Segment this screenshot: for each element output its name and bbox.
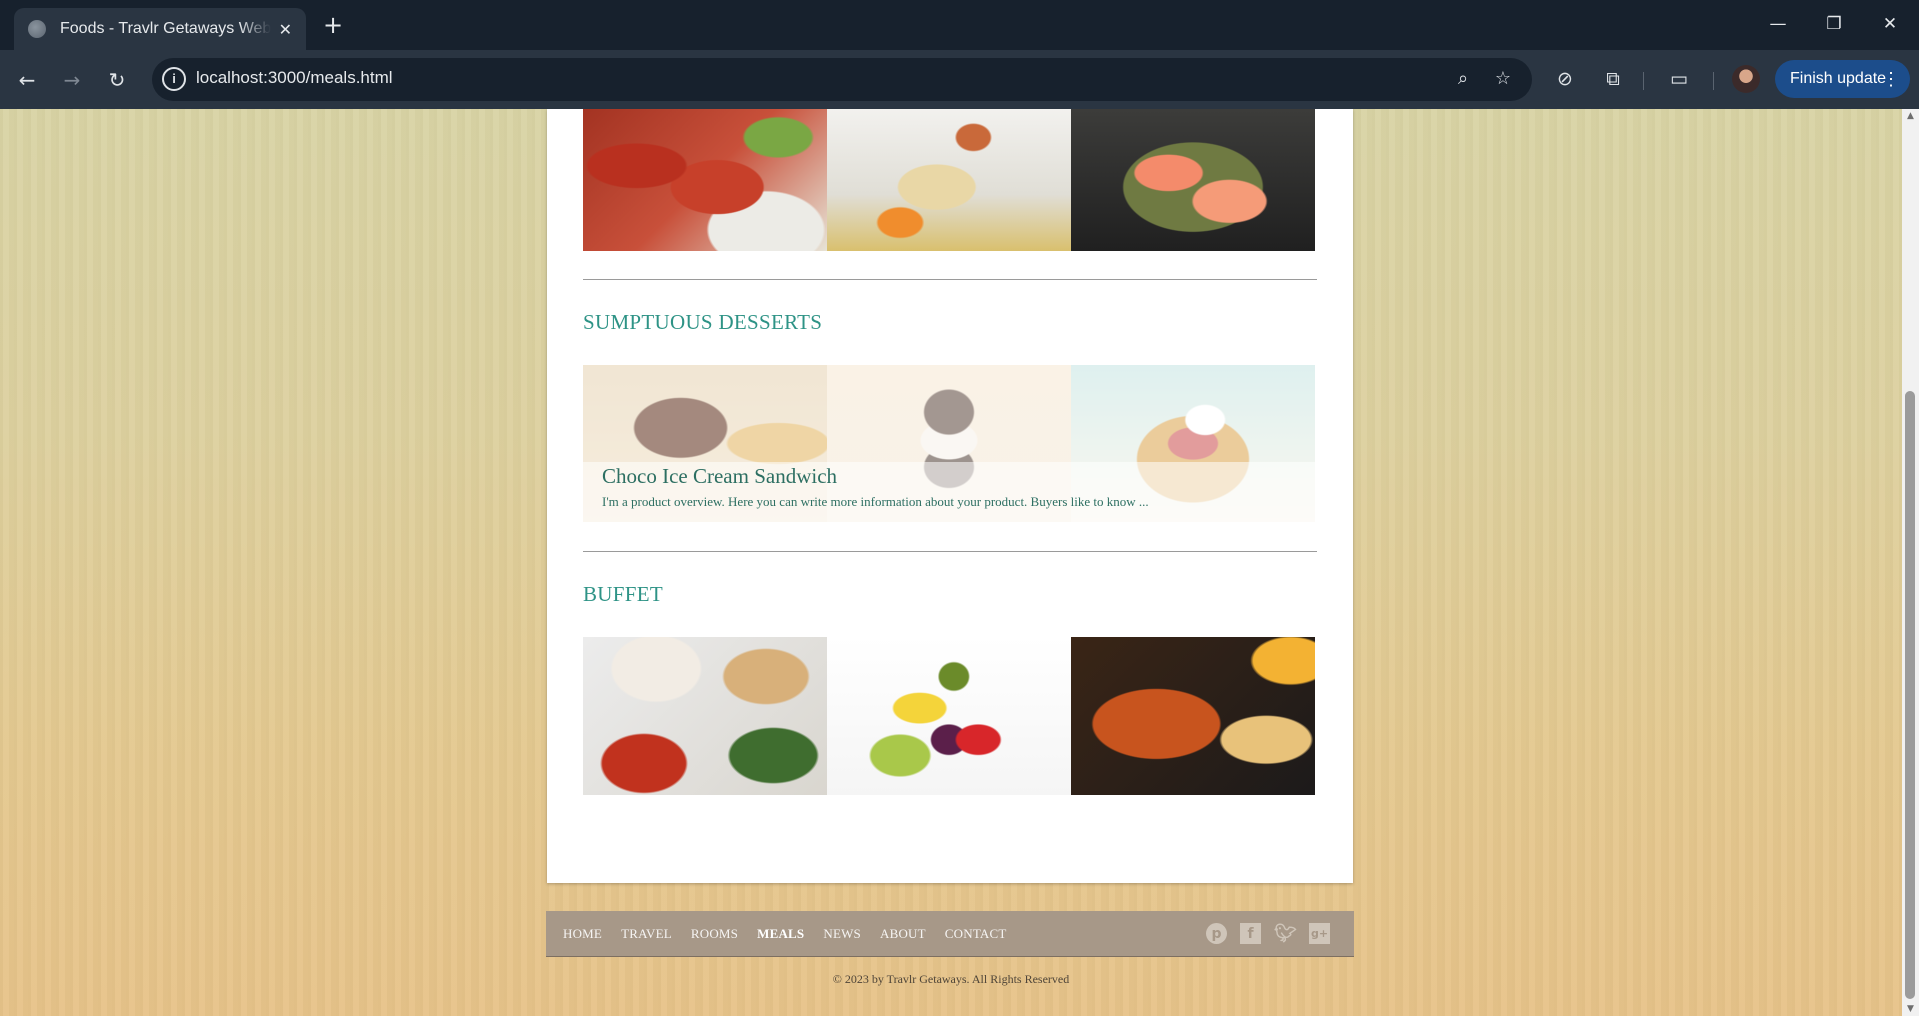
fruits-image[interactable] — [827, 637, 1071, 795]
twitter-icon[interactable]: 🐦︎ — [1274, 923, 1297, 944]
footer-link-meals[interactable]: MEALS — [757, 926, 804, 942]
close-window-icon[interactable]: ✕ — [1870, 6, 1910, 42]
section-divider — [583, 279, 1317, 280]
pinterest-icon[interactable]: p — [1206, 923, 1227, 944]
section-title-buffet: BUFFET — [583, 582, 663, 606]
scroll-up-icon[interactable]: ▲ — [1902, 109, 1919, 123]
copyright-text: © 2023 by Travlr Getaways. All Rights Re… — [832, 972, 1070, 986]
bookmark-star-icon[interactable]: ☆ — [1490, 66, 1516, 92]
buffet-gallery — [583, 637, 1315, 795]
url-text[interactable]: localhost:3000/meals.html — [196, 68, 393, 88]
menu-icon[interactable]: ⋮ — [1882, 60, 1900, 98]
tab-search-icon[interactable]: ▭ — [1663, 63, 1695, 95]
tab-close-icon[interactable]: ✕ — [279, 20, 292, 39]
browser-tab-strip: Foods - Travlr Getaways Website ✕ + — ❐ … — [0, 0, 1919, 50]
scroll-thumb[interactable] — [1905, 391, 1915, 999]
extension-blocked-icon[interactable]: ⊘ — [1549, 63, 1581, 95]
footer-bar: HOME TRAVEL ROOMS MEALS NEWS ABOUT CONTA… — [546, 911, 1354, 957]
footer-link-rooms[interactable]: ROOMS — [691, 926, 738, 942]
finish-update-label: Finish update — [1790, 70, 1887, 87]
new-tab-button[interactable]: + — [318, 10, 348, 40]
sub-sandwich-image[interactable] — [1071, 637, 1315, 795]
reload-icon[interactable]: ↻ — [100, 63, 134, 97]
finish-update-button[interactable]: Finish update ⋮ — [1775, 60, 1910, 98]
browser-toolbar: ← → ↻ i localhost:3000/meals.html ⌕ ☆ ⊘ … — [0, 50, 1919, 109]
zoom-icon[interactable]: ⌕ — [1450, 66, 1476, 92]
footer-link-travel[interactable]: TRAVEL — [621, 926, 672, 942]
lobster-image[interactable] — [583, 109, 827, 251]
fish-dish-image[interactable] — [827, 109, 1071, 251]
salmon-pan-image[interactable] — [1071, 109, 1315, 251]
profile-avatar[interactable] — [1732, 65, 1760, 93]
toolbar-separator — [1643, 72, 1644, 90]
footer-link-home[interactable]: HOME — [563, 926, 602, 942]
buffet-platters-image[interactable] — [583, 637, 827, 795]
footer-link-news[interactable]: NEWS — [823, 926, 861, 942]
globe-icon — [28, 20, 46, 38]
product-overview: I'm a product overview. Here you can wri… — [602, 494, 1149, 509]
scroll-down-icon[interactable]: ▼ — [1902, 1002, 1919, 1016]
footer-nav: HOME TRAVEL ROOMS MEALS NEWS ABOUT CONTA… — [563, 911, 1026, 956]
content-card: SUMPTUOUS DESSERTS Choco Ice Cream Sandw… — [547, 109, 1353, 883]
seafood-gallery — [583, 109, 1315, 251]
restore-icon[interactable]: ❐ — [1814, 6, 1854, 42]
section-divider — [583, 551, 1317, 552]
section-title-desserts: SUMPTUOUS DESSERTS — [583, 310, 823, 334]
product-name[interactable]: Choco Ice Cream Sandwich — [602, 464, 837, 489]
toolbar-separator — [1713, 72, 1714, 90]
browser-tab[interactable]: Foods - Travlr Getaways Website ✕ — [14, 8, 306, 50]
tab-title: Foods - Travlr Getaways Website — [60, 20, 271, 37]
google-plus-icon[interactable]: g+ — [1309, 923, 1330, 944]
extensions-icon[interactable]: ⧉ — [1597, 63, 1629, 95]
facebook-icon[interactable]: f — [1240, 923, 1261, 944]
forward-icon[interactable]: → — [55, 63, 89, 97]
page-scrollbar[interactable]: ▲ ▼ — [1902, 109, 1919, 1016]
address-bar[interactable]: i localhost:3000/meals.html ⌕ ☆ — [152, 58, 1532, 101]
footer-link-about[interactable]: ABOUT — [880, 926, 926, 942]
back-icon[interactable]: ← — [10, 63, 44, 97]
page-viewport: SUMPTUOUS DESSERTS Choco Ice Cream Sandw… — [0, 109, 1919, 1016]
footer-link-contact[interactable]: CONTACT — [945, 926, 1007, 942]
site-info-icon[interactable]: i — [162, 67, 186, 91]
minimize-icon[interactable]: — — [1758, 6, 1798, 42]
